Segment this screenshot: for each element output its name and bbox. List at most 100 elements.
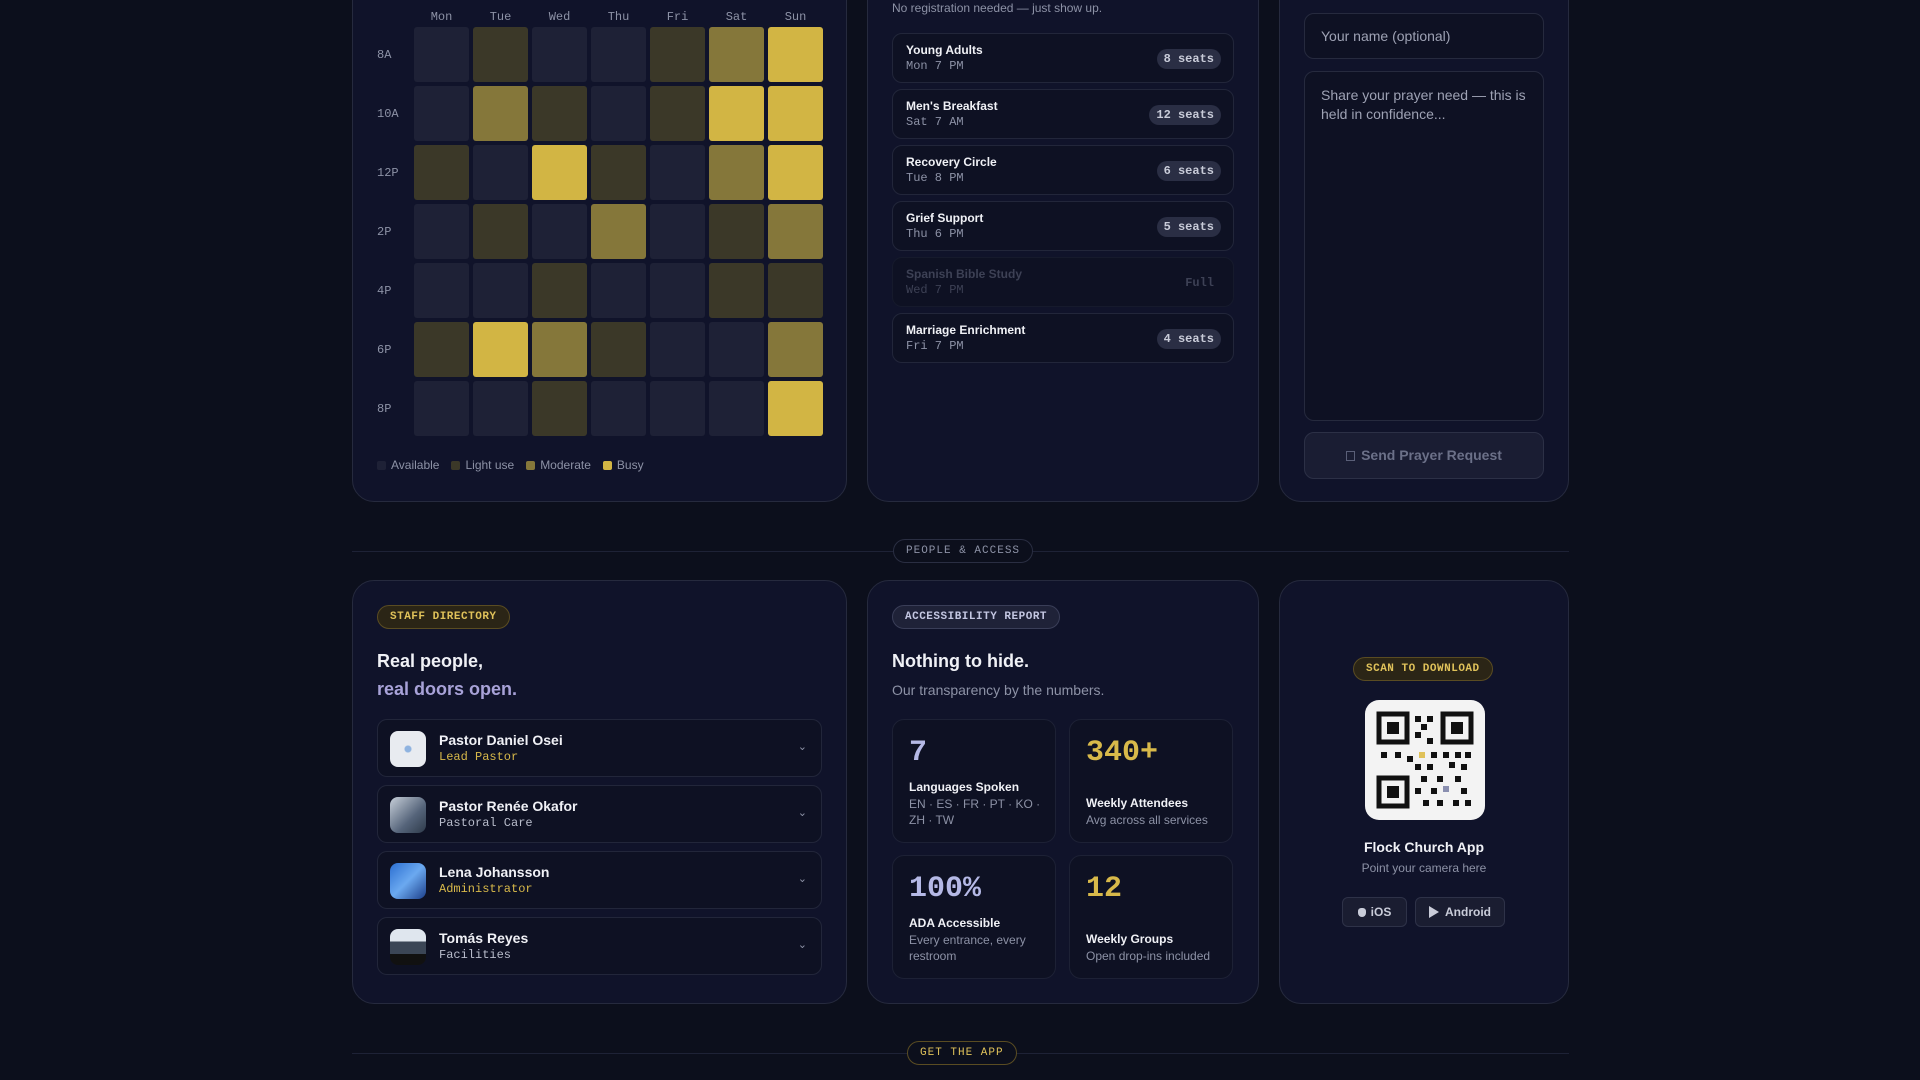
seats-badge: 8 seats: [1156, 49, 1221, 69]
heatmap-cell[interactable]: [473, 322, 528, 377]
prayer-need-textarea[interactable]: Share your prayer need — this is held in…: [1304, 71, 1544, 421]
staff-row[interactable]: Tomás Reyes Facilities ⌄: [377, 917, 822, 975]
day-label: Tue: [489, 10, 512, 24]
heatmap-cell[interactable]: [591, 86, 646, 141]
chevron-down-icon[interactable]: ⌄: [798, 806, 807, 819]
day-label: Thu: [607, 10, 630, 24]
heatmap-cell[interactable]: [709, 145, 764, 200]
qr-code-icon[interactable]: [1365, 700, 1485, 820]
staff-role: Lead Pastor: [439, 750, 519, 764]
heatmap-cell[interactable]: [591, 381, 646, 436]
heatmap-cell[interactable]: [768, 27, 823, 82]
heatmap-cell[interactable]: [532, 322, 587, 377]
heatmap-cell[interactable]: [414, 86, 469, 141]
heatmap-cell[interactable]: [591, 145, 646, 200]
heatmap-cell[interactable]: [650, 263, 705, 318]
heatmap-cell[interactable]: [473, 381, 528, 436]
heatmap-cell[interactable]: [414, 263, 469, 318]
heatmap-cell[interactable]: [768, 204, 823, 259]
day-label: Mon: [430, 10, 453, 24]
stat-sub: Avg across all services: [1086, 813, 1208, 827]
heatmap-cell[interactable]: [650, 145, 705, 200]
stat-tile: 100% ADA Accessible Every entrance, every …: [892, 855, 1056, 979]
heatmap-cell[interactable]: [768, 263, 823, 318]
heatmap-cell[interactable]: [473, 145, 528, 200]
seats-badge: 12 seats: [1149, 105, 1221, 125]
availability-heatmap-card: Mon Tue Wed Thu Fri Sat Sun 8A 10A 12P 2P 4P 6P 8P A…: [352, 0, 847, 502]
heatmap-cell[interactable]: [768, 86, 823, 141]
heatmap-cell[interactable]: [473, 27, 528, 82]
heatmap-cell[interactable]: [709, 322, 764, 377]
group-time: Tue 8 PM: [906, 171, 964, 185]
heatmap-cell[interactable]: [709, 204, 764, 259]
heatmap-cell[interactable]: [473, 86, 528, 141]
heatmap-cell[interactable]: [650, 27, 705, 82]
group-row[interactable]: Grief Support Thu 6 PM 5 seats: [892, 201, 1234, 251]
heatmap-cell[interactable]: [768, 381, 823, 436]
stat-value: 12: [1086, 872, 1123, 906]
heatmap-cell[interactable]: [591, 263, 646, 318]
day-label: Fri: [666, 10, 689, 24]
seats-badge: Full: [1185, 276, 1214, 290]
heatmap-cell[interactable]: [650, 381, 705, 436]
name-input[interactable]: Your name (optional): [1304, 13, 1544, 59]
group-row[interactable]: Men's Breakfast Sat 7 AM 12 seats: [892, 89, 1234, 139]
heatmap-cell[interactable]: [709, 381, 764, 436]
stat-label: ADA Accessible: [909, 916, 1001, 930]
staff-name: Lena Johansson: [439, 864, 550, 880]
heatmap-cell[interactable]: [414, 381, 469, 436]
group-time: Wed 7 PM: [906, 283, 964, 297]
hour-label: 8P: [377, 402, 392, 416]
chevron-down-icon[interactable]: ⌄: [798, 938, 807, 951]
staff-row[interactable]: Pastor Renée Okafor Pastoral Care ⌄: [377, 785, 822, 843]
staff-name: Pastor Daniel Osei: [439, 732, 563, 748]
app-subtitle: Point your camera here: [1361, 861, 1487, 875]
group-row[interactable]: Marriage Enrichment Fri 7 PM 4 seats: [892, 313, 1234, 363]
chevron-down-icon[interactable]: ⌄: [798, 872, 807, 885]
heatmap-cell[interactable]: [532, 263, 587, 318]
heatmap-cell[interactable]: [532, 86, 587, 141]
heatmap-cell[interactable]: [473, 204, 528, 259]
staff-row[interactable]: Lena Johansson Administrator ⌄: [377, 851, 822, 909]
stat-value: 340+: [1086, 736, 1159, 770]
heatmap-cell[interactable]: [709, 263, 764, 318]
heatmap-cell[interactable]: [709, 86, 764, 141]
heatmap-cell[interactable]: [650, 204, 705, 259]
heatmap-cell[interactable]: [650, 322, 705, 377]
legend-item-light: Light use: [451, 458, 514, 472]
heatmap-cell[interactable]: [591, 27, 646, 82]
android-download-button[interactable]: Android: [1415, 897, 1505, 927]
heatmap-cell[interactable]: [650, 86, 705, 141]
staff-row[interactable]: Pastor Daniel Osei Lead Pastor ⌄: [377, 719, 822, 777]
heatmap-cell[interactable]: [414, 145, 469, 200]
heatmap-cell[interactable]: [591, 204, 646, 259]
legend-item-moderate: Moderate: [526, 458, 591, 472]
accessibility-headline: Nothing to hide.: [892, 651, 1029, 671]
seats-badge: 4 seats: [1156, 329, 1221, 349]
chevron-down-icon[interactable]: ⌄: [798, 740, 807, 753]
heatmap-cell[interactable]: [532, 381, 587, 436]
heatmap-cell[interactable]: [414, 322, 469, 377]
heatmap-cell[interactable]: [473, 263, 528, 318]
group-row[interactable]: Spanish Bible Study Wed 7 PM Full: [892, 257, 1234, 307]
group-row[interactable]: Recovery Circle Tue 8 PM 6 seats: [892, 145, 1234, 195]
ios-download-button[interactable]: iOS: [1342, 897, 1407, 927]
group-row[interactable]: Young Adults Mon 7 PM 8 seats: [892, 33, 1234, 83]
stat-label: Weekly Attendees: [1086, 796, 1189, 810]
heatmap-cell[interactable]: [414, 27, 469, 82]
send-prayer-button[interactable]: Send Prayer Request: [1304, 432, 1544, 479]
heatmap-cell[interactable]: [709, 27, 764, 82]
heatmap-cell[interactable]: [414, 204, 469, 259]
heatmap-cell[interactable]: [532, 27, 587, 82]
hour-label: 12P: [377, 166, 399, 180]
heatmap-cell[interactable]: [532, 204, 587, 259]
heatmap-cell[interactable]: [768, 145, 823, 200]
hour-label: 6P: [377, 343, 392, 357]
stat-value: 100%: [909, 872, 982, 906]
accessibility-subtitle: Our transparency by the numbers.: [892, 682, 1105, 698]
heatmap-cell[interactable]: [532, 145, 587, 200]
heatmap-cell[interactable]: [591, 322, 646, 377]
stat-tile: 340+ Weekly Attendees Avg across all servi…: [1069, 719, 1233, 843]
heatmap-cell[interactable]: [768, 322, 823, 377]
legend-item-available: Available: [377, 458, 439, 472]
